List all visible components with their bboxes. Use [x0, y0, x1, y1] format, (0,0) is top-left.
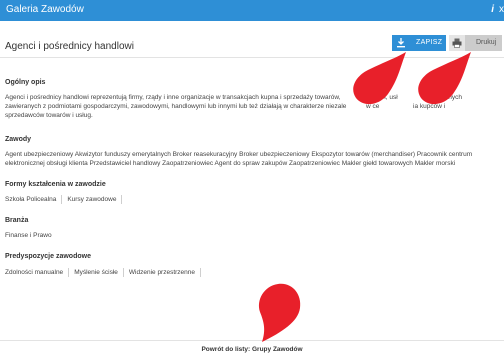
app-title: Galeria Zawodów	[6, 4, 84, 15]
education-item: Kursy zawodowe	[67, 195, 123, 204]
footer-divider	[0, 340, 504, 341]
predispositions-heading: Predyspozycje zawodowe	[5, 253, 91, 260]
save-button-label: ZAPISZ	[416, 39, 443, 46]
occupations-heading: Zawody	[5, 136, 32, 143]
save-button[interactable]: ZAPISZ	[392, 35, 446, 51]
predisposition-item: Myślenie ścisłe	[74, 268, 124, 277]
print-button[interactable]: Drukuj	[449, 35, 502, 51]
overview-line: sprzedawców towarów i usług.	[5, 112, 93, 119]
education-list: Szkoła Policealna Kursy zawodowe	[5, 195, 127, 204]
pointer-marker	[418, 52, 471, 105]
print-button-label: Drukuj	[476, 39, 497, 46]
predispositions-list: Zdolności manualne Myślenie ścisłe Widzeni…	[5, 268, 206, 277]
close-icon[interactable]: x	[499, 4, 504, 15]
overview-line1a: Agenci i pośrednicy handlowi reprezentuj…	[5, 94, 341, 101]
predisposition-item: Widzenie przestrzenne	[129, 268, 202, 277]
info-icon[interactable]: i	[491, 4, 494, 15]
printer-icon	[452, 38, 462, 48]
download-icon	[397, 38, 405, 48]
overview-line2a: zawieranych z podmiotami gospodarczymi, …	[5, 103, 347, 110]
back-to-list-link[interactable]: Powrót do listy: Grupy Zawodów	[0, 346, 504, 353]
industry-heading: Branża	[5, 217, 29, 224]
pointer-marker	[353, 52, 406, 105]
industry-text: Finanse i Prawo	[5, 232, 52, 239]
pointer-marker	[258, 283, 301, 342]
overview-heading: Ogólny opis	[5, 79, 46, 86]
education-heading: Formy kształcenia w zawodzie	[5, 181, 106, 188]
occupations-text: Agent ubezpieczeniowy Akwizytor funduszy…	[5, 151, 473, 167]
title-bar: Galeria Zawodów i x	[0, 0, 504, 21]
print-icon-box	[449, 35, 465, 51]
education-item: Szkoła Policealna	[5, 195, 63, 204]
page-title: Agenci i pośrednicy handlowi	[5, 41, 134, 52]
predisposition-item: Zdolności manualne	[5, 268, 70, 277]
